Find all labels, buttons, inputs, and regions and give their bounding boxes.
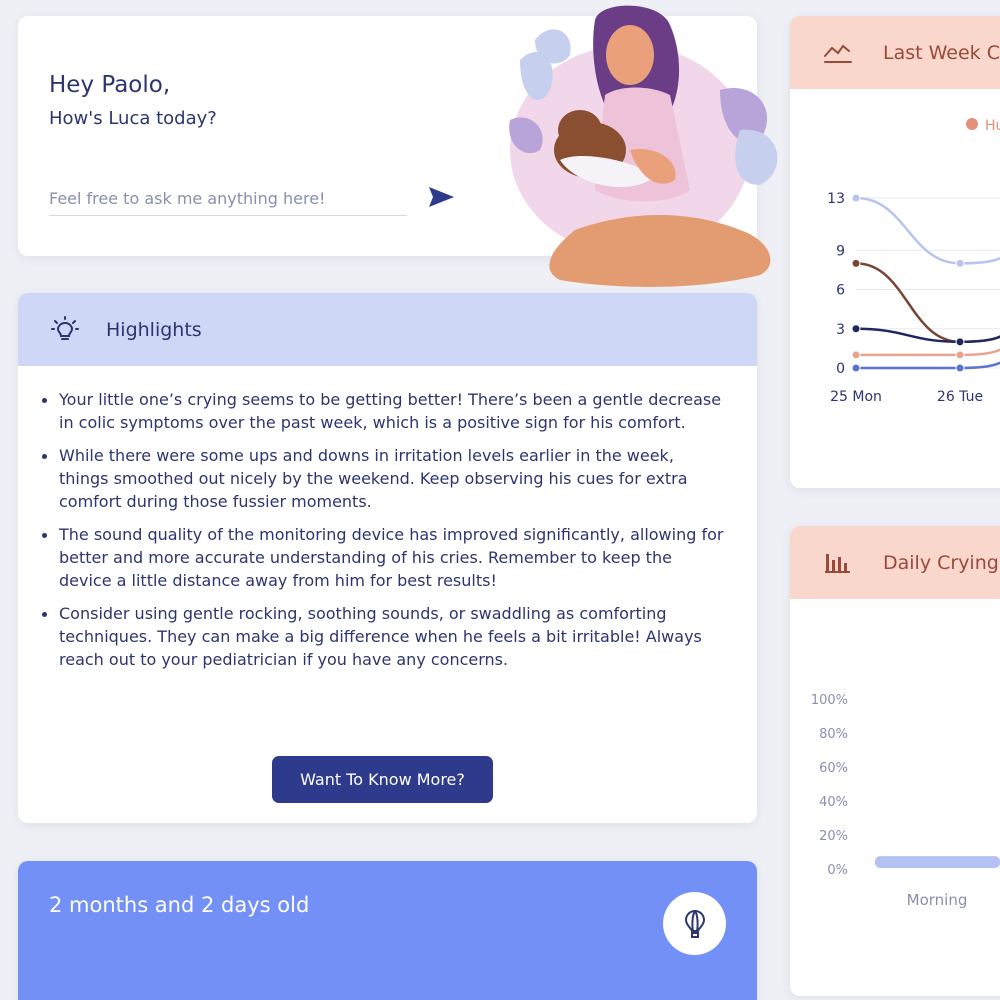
y-tick-label: 80% <box>819 727 848 742</box>
highlight-item: While there were some ups and downs in i… <box>42 444 727 513</box>
last-week-chart-card: Last Week C Hu 0 3 6 9 13 25 Mon 26 Tue <box>790 16 1000 488</box>
balloon-button[interactable] <box>663 892 726 955</box>
highlight-item: Consider using gentle rocking, soothing … <box>42 602 727 671</box>
data-point <box>955 337 965 347</box>
y-tick-label: 0 <box>836 361 845 377</box>
greeting-card: Hey Paolo, How's Luca today? <box>18 5 778 287</box>
y-tick-label: 100% <box>811 693 848 708</box>
legend-label: Hu <box>985 118 1000 134</box>
series-line <box>856 348 1000 357</box>
bar <box>875 856 1000 868</box>
series-line <box>855 327 1000 344</box>
y-tick-label: 6 <box>836 283 845 299</box>
y-tick-label: 40% <box>819 795 848 810</box>
y-tick-label: 3 <box>836 322 845 338</box>
data-point <box>851 258 861 268</box>
data-point <box>851 363 861 373</box>
highlights-card: Highlights Your little one’s crying seem… <box>18 293 757 823</box>
data-point <box>955 258 965 268</box>
y-tick-label: 20% <box>819 829 848 844</box>
y-tick-label: 13 <box>827 191 845 207</box>
greeting-title: Hey Paolo, <box>49 72 171 98</box>
mother-breastfeeding-illustration <box>509 5 778 287</box>
data-point <box>955 363 965 373</box>
daily-crying-bar-chart: 0% 20% 40% 60% 80% 100% Morning <box>811 693 1000 909</box>
highlights-title: Highlights <box>106 318 202 341</box>
x-tick-label: 25 Mon <box>830 389 882 405</box>
x-tick-label: Morning <box>907 891 968 909</box>
highlights-header: Highlights <box>18 293 757 366</box>
highlights-list: Your little one’s crying seems to be get… <box>18 366 757 671</box>
lightbulb-icon <box>51 315 79 340</box>
hot-air-balloon-icon <box>684 909 705 938</box>
want-to-know-more-button[interactable]: Want To Know More? <box>272 756 493 803</box>
legend-dot <box>966 118 978 130</box>
baby-age-card: 2 months and 2 days old <box>18 861 757 1000</box>
data-point <box>955 350 965 360</box>
series-line <box>855 361 1000 370</box>
data-point <box>851 350 861 360</box>
greeting-question: How's Luca today? <box>49 108 217 129</box>
x-tick-label: 26 Tue <box>937 389 983 405</box>
data-point <box>851 324 861 334</box>
y-tick-label: 60% <box>819 761 848 776</box>
highlight-item: The sound quality of the monitoring devi… <box>42 523 727 592</box>
y-tick-label: 9 <box>836 243 845 259</box>
y-tick-label: 0% <box>827 863 848 878</box>
last-week-line-chart: Hu 0 3 6 9 13 25 Mon 26 Tue <box>827 118 1000 405</box>
series-line <box>855 196 1000 265</box>
daily-crying-chart-card: Daily Crying 0% 20% 40% 60% 80% 100% Morning <box>790 526 1000 996</box>
ask-input[interactable] <box>49 182 407 216</box>
send-icon[interactable] <box>427 184 457 210</box>
baby-age-label: 2 months and 2 days old <box>49 893 310 917</box>
highlight-item: Your little one’s crying seems to be get… <box>42 388 727 434</box>
data-point <box>851 193 861 203</box>
